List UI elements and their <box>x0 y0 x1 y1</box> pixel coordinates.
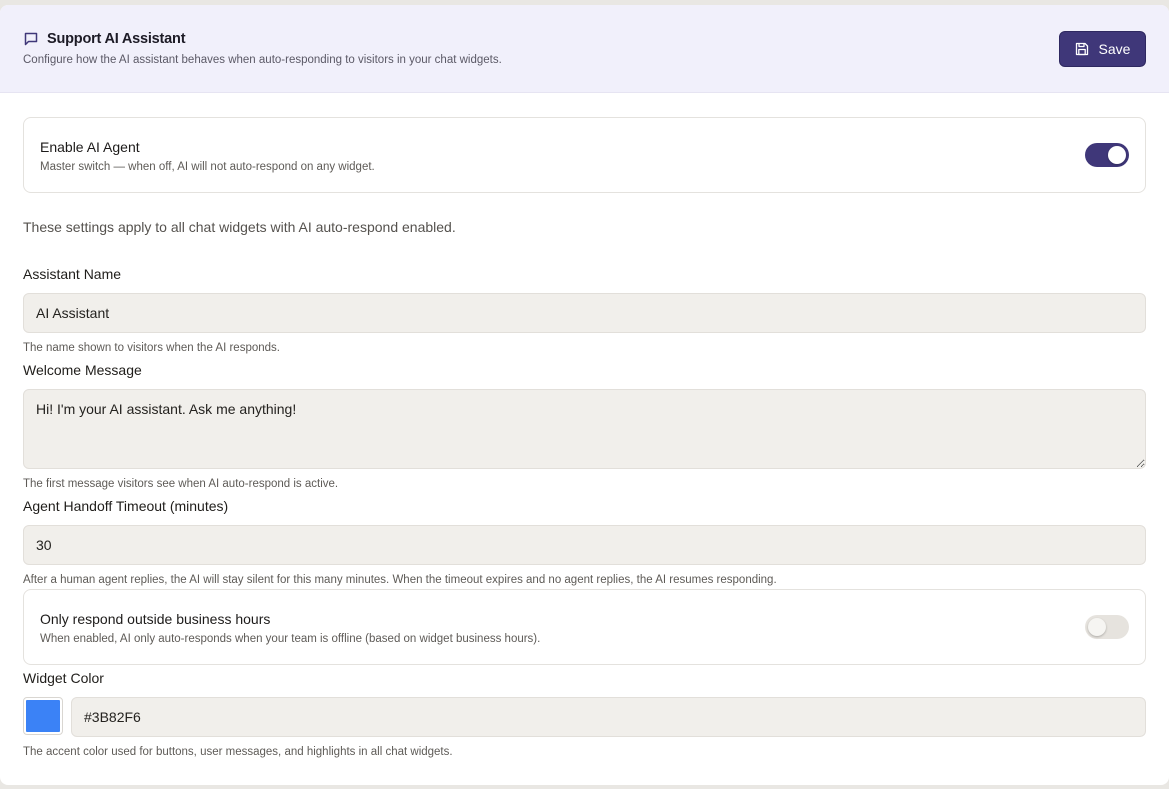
widget-color-input[interactable] <box>71 697 1146 737</box>
business-hours-toggle[interactable] <box>1085 615 1129 639</box>
color-swatch-fill <box>26 700 60 732</box>
save-button[interactable]: Save <box>1059 31 1146 67</box>
enable-agent-description: Master switch — when off, AI will not au… <box>40 161 375 173</box>
page-header: Support AI Assistant Configure how the A… <box>0 5 1169 93</box>
assistant-name-input[interactable] <box>23 293 1146 333</box>
assistant-name-help: The name shown to visitors when the AI r… <box>23 342 280 354</box>
toggle-knob <box>1108 146 1126 164</box>
enable-agent-panel: Enable AI Agent Master switch — when off… <box>23 117 1146 193</box>
toggle-knob <box>1088 618 1106 636</box>
assistant-name-label: Assistant Name <box>23 266 122 282</box>
widget-color-label: Widget Color <box>23 670 104 686</box>
business-hours-panel: Only respond outside business hours When… <box>23 589 1146 665</box>
save-button-label: Save <box>1098 41 1131 57</box>
welcome-message-label: Welcome Message <box>23 362 142 378</box>
welcome-message-help: The first message visitors see when AI a… <box>23 478 339 490</box>
header-title-row: Support AI Assistant <box>23 31 186 47</box>
enable-agent-title: Enable AI Agent <box>40 139 140 155</box>
enable-agent-toggle[interactable] <box>1085 143 1129 167</box>
settings-card: Support AI Assistant Configure how the A… <box>0 5 1169 785</box>
welcome-message-textarea[interactable]: Hi! I'm your AI assistant. Ask me anythi… <box>23 389 1146 469</box>
handoff-timeout-label: Agent Handoff Timeout (minutes) <box>23 498 229 514</box>
business-hours-title: Only respond outside business hours <box>40 611 271 627</box>
business-hours-description: When enabled, AI only auto-responds when… <box>40 633 541 645</box>
settings-scope-note: These settings apply to all chat widgets… <box>23 219 456 235</box>
handoff-timeout-help: After a human agent replies, the AI will… <box>23 574 777 586</box>
page-title: Support AI Assistant <box>47 31 186 47</box>
handoff-timeout-input[interactable] <box>23 525 1146 565</box>
widget-color-help: The accent color used for buttons, user … <box>23 746 453 758</box>
page-description: Configure how the AI assistant behaves w… <box>23 54 502 66</box>
chat-bubble-icon <box>23 31 39 47</box>
color-picker-swatch[interactable] <box>23 697 63 735</box>
save-icon <box>1075 42 1089 56</box>
